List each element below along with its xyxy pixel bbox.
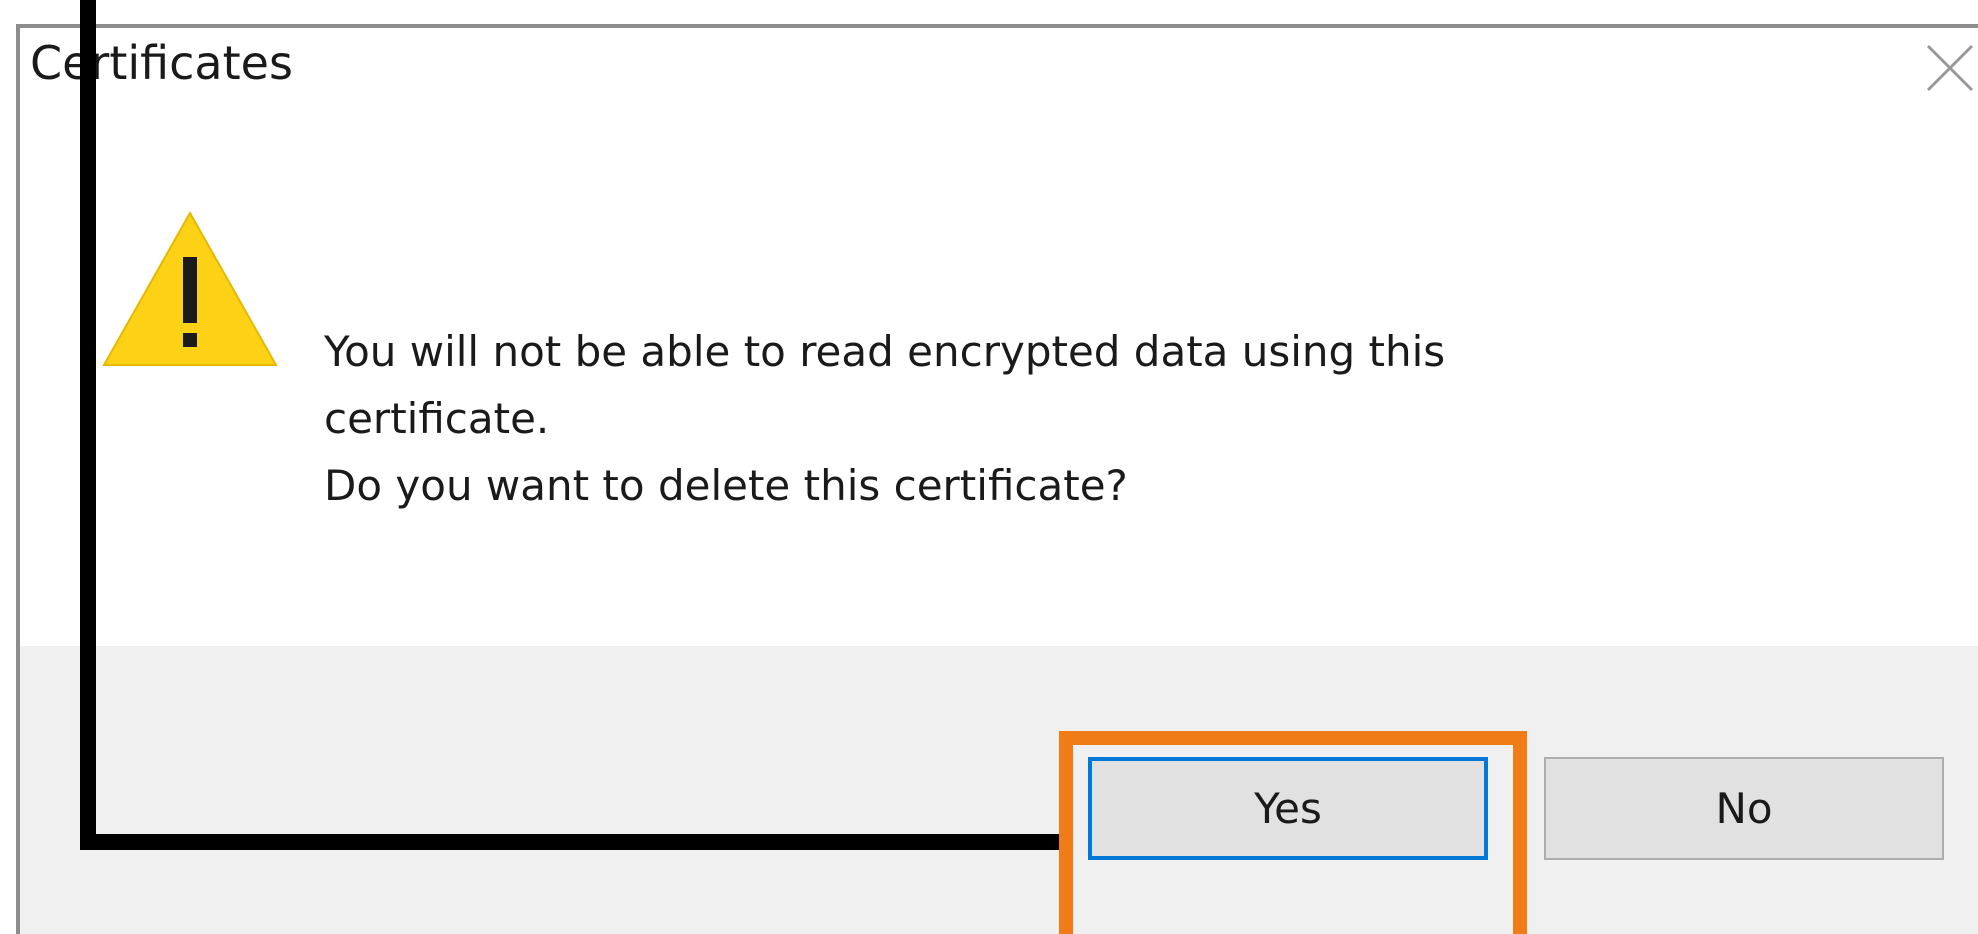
dialog-message: You will not be able to read encrypted d… (324, 318, 1724, 519)
no-button[interactable]: No (1544, 757, 1944, 860)
warning-icon (98, 205, 282, 373)
message-line: You will not be able to read encrypted d… (324, 327, 1446, 376)
dialog-title: Certificates (30, 36, 293, 90)
message-line: certificate. (324, 394, 550, 443)
yes-button[interactable]: Yes (1088, 757, 1488, 860)
message-line: Do you want to delete this certificate? (324, 461, 1128, 510)
close-icon[interactable] (1920, 38, 1978, 98)
